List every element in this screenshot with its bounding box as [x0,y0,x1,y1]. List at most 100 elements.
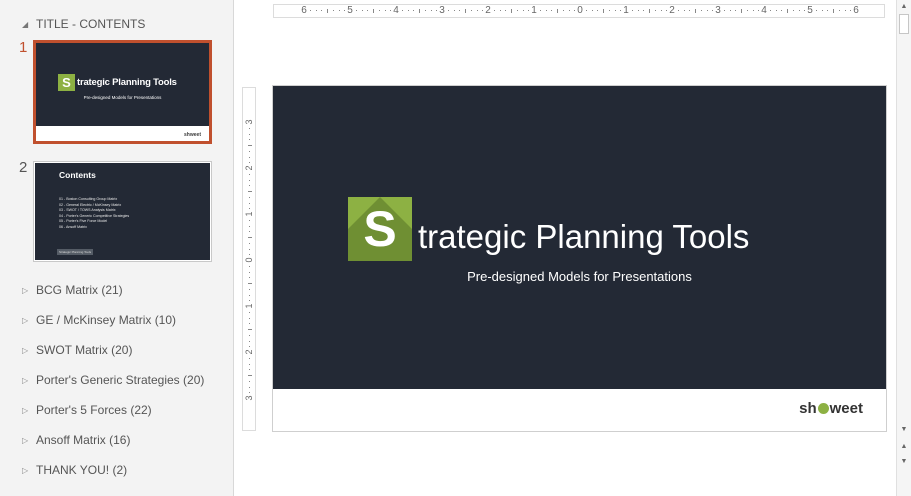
scroll-down-arrow-icon[interactable]: ▼ [899,424,909,435]
ruler-tick [249,357,250,359]
thumbnail-contents-list: 01 - Boston Consulting Group Matrix 02 - … [59,197,129,230]
ruler-tick [321,10,323,11]
section-label: BCG Matrix (21) [36,283,123,297]
ruler-tick [758,10,760,11]
previous-slide-icon[interactable]: ▲ [899,441,909,452]
ruler-tick [249,179,250,181]
section-collapsed-icon[interactable]: ▷ [22,376,36,385]
ruler-tick [603,9,604,13]
ruler-tick [677,10,679,11]
ruler-tick [249,265,250,267]
ruler-tick [741,9,742,13]
ruler-tick [482,10,484,11]
slide-thumbnail-pane[interactable]: ◢ TITLE - CONTENTS 1 S trategic Planning … [0,0,234,496]
slide-subtitle[interactable]: Pre-designed Models for Presentations [273,269,886,284]
section-collapsed-icon[interactable]: ▷ [22,346,36,355]
ruler-tick [643,10,645,11]
section-collapsed-icon[interactable]: ▷ [22,466,36,475]
section-item[interactable]: ▷ Porter's 5 Forces (22) [22,403,152,417]
section-expanded-icon[interactable]: ◢ [22,20,36,29]
ruler-tick [249,294,250,296]
thumbnail-contents-item: 06 - Ansoff Matrix [59,224,87,229]
ruler-tick [378,10,380,11]
ruler-tick [315,10,317,11]
ruler-number: 3 [439,5,445,16]
ruler-tick [700,10,702,11]
ruler-tick [401,10,403,11]
ruler-tick [249,196,250,198]
ruler-tick [249,231,250,233]
section-item[interactable]: ▷ Porter's Generic Strategies (20) [22,373,204,387]
ruler-tick [459,10,461,11]
ruler-tick [447,10,449,11]
next-slide-icon[interactable]: ▼ [899,456,909,467]
section-item[interactable]: ▷ THANK YOU! (2) [22,463,127,477]
ruler-tick [597,10,599,11]
ruler-tick [620,10,622,11]
ruler-tick [249,386,250,388]
section-item[interactable]: ▷ Ansoff Matrix (16) [22,433,130,447]
ruler-tick [476,10,478,11]
ruler-tick [787,9,788,13]
vertical-scrollbar[interactable]: ▲ ▼ ▲ ▼ [896,0,911,496]
ruler-number: 0 [244,257,254,263]
section-item[interactable]: ▷ SWOT Matrix (20) [22,343,132,357]
section-collapsed-icon[interactable]: ▷ [22,436,36,445]
title-logo-box[interactable]: S [348,197,412,261]
ruler-number: 1 [244,303,254,309]
ruler-number: 4 [761,5,767,16]
ruler-tick [683,10,685,11]
ruler-tick [827,10,829,11]
ruler-tick [249,311,250,313]
ruler-tick [769,10,771,11]
ruler-tick [249,334,250,336]
ruler-tick [248,329,252,330]
title-logo-letter: S [363,201,397,257]
ruler-tick [384,10,386,11]
ruler-tick [249,127,250,129]
thumbnail-canvas: Contents 01 - Boston Consulting Group Ma… [35,163,210,260]
ruler-tick [355,10,357,11]
ruler-tick [249,225,250,227]
scrollbar-thumb[interactable] [899,14,909,34]
section-item[interactable]: ▷ BCG Matrix (21) [22,283,123,297]
scroll-up-arrow-icon[interactable]: ▲ [899,1,909,12]
ruler-tick [499,10,501,11]
ruler-tick [249,202,250,204]
ruler-tick [844,10,846,11]
ruler-tick [729,10,731,11]
ruler-tick [511,9,512,13]
ruler-tick [505,10,507,11]
slide-thumbnail-1[interactable]: S trategic Planning Tools Pre-designed M… [33,40,212,144]
vertical-ruler[interactable]: 3 2 1 0 1 2 3 [242,87,256,431]
ruler-tick [249,363,250,365]
thumbnail-brand-logo: shweet [184,132,201,138]
thumbnail-canvas: S trategic Planning Tools Pre-designed M… [36,43,209,141]
ruler-tick [493,10,495,11]
ruler-number: 2 [244,165,254,171]
ruler-tick [775,10,777,11]
section-label: GE / McKinsey Matrix (10) [36,313,177,327]
section-item[interactable]: ▷ GE / McKinsey Matrix (10) [22,313,176,327]
horizontal-ruler[interactable]: 6 5 4 3 2 1 0 1 2 3 4 5 6 [273,4,885,18]
ruler-tick [735,10,737,11]
section-collapsed-icon[interactable]: ▷ [22,406,36,415]
slide-thumbnail-2[interactable]: Contents 01 - Boston Consulting Group Ma… [33,161,212,262]
thumbnail-footer: Strategic Planning Tools [57,249,94,255]
ruler-tick [746,10,748,11]
ruler-number: 5 [807,5,813,16]
slide-canvas[interactable]: S trategic Planning Tools Pre-designed M… [272,85,887,432]
ruler-tick [562,10,564,11]
ruler-tick [248,191,252,192]
thumbnail-title: trategic Planning Tools [77,77,177,88]
ruler-tick [528,10,530,11]
section-collapsed-icon[interactable]: ▷ [22,286,36,295]
ruler-tick [574,10,576,11]
section-header-title-contents[interactable]: ◢ TITLE - CONTENTS [22,17,145,31]
ruler-tick [781,10,783,11]
section-collapsed-icon[interactable]: ▷ [22,316,36,325]
slide-title[interactable]: trategic Planning Tools [418,217,749,257]
ruler-tick [436,10,438,11]
section-label: Ansoff Matrix (16) [36,433,131,447]
ruler-tick [838,10,840,11]
